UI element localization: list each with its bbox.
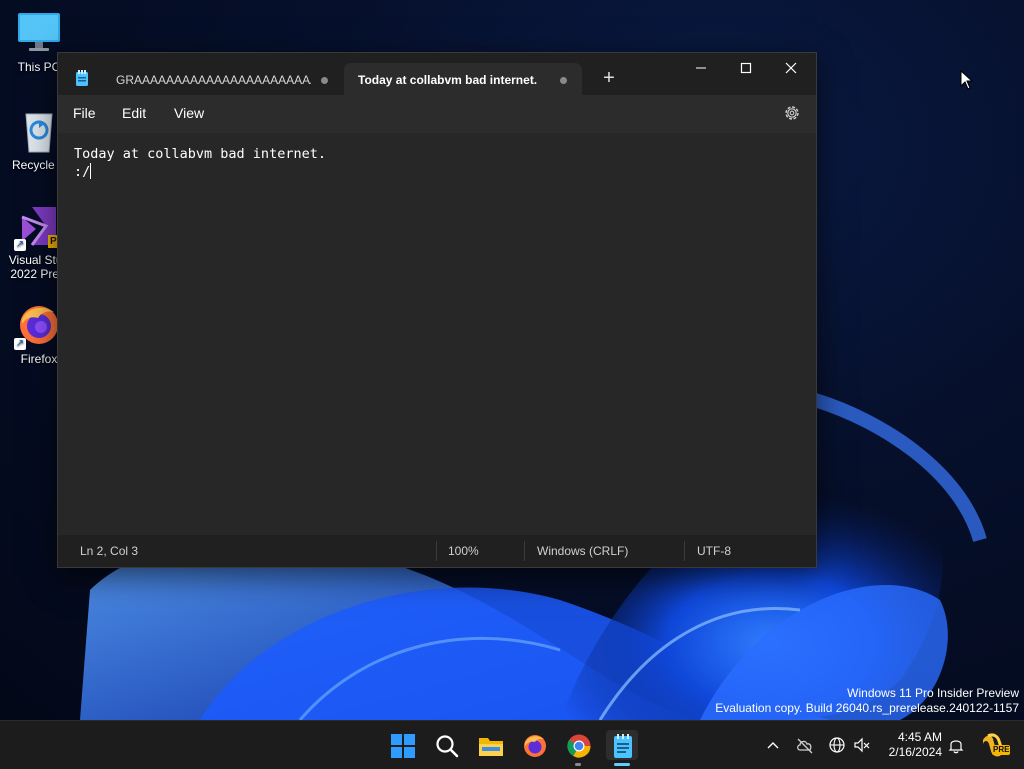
close-icon (785, 62, 797, 74)
taskbar-chrome[interactable] (562, 730, 594, 760)
preview-badge: PRE (992, 745, 1011, 755)
network-globe-icon[interactable] (827, 735, 847, 755)
firefox-icon: ↗ (14, 302, 62, 350)
tab-document-2[interactable]: Today at collabvm bad internet. (344, 63, 582, 97)
line-ending[interactable]: Windows (CRLF) (537, 544, 628, 558)
file-explorer-icon (479, 738, 503, 756)
unsaved-indicator (321, 77, 328, 84)
firefox-icon (524, 735, 546, 757)
notepad-icon (76, 70, 88, 86)
monitor-icon (16, 10, 62, 56)
title-bar[interactable]: GRAAAAAAAAAAAAAAAAAAAAAAAAAA Today at co… (58, 53, 816, 97)
status-bar: Ln 2, Col 3 100% Windows (CRLF) UTF-8 (58, 535, 816, 567)
running-indicator (575, 763, 581, 766)
maximize-icon (740, 62, 752, 74)
menu-edit[interactable]: Edit (122, 105, 146, 121)
encoding[interactable]: UTF-8 (697, 544, 731, 558)
notepad-icon (614, 734, 632, 758)
zoom-level[interactable]: 100% (448, 544, 479, 558)
cloud-offline-icon[interactable] (795, 735, 815, 755)
taskbar: 4:45 AM 2/16/2024 PRE (0, 720, 1024, 769)
volume-muted-icon[interactable] (852, 735, 872, 755)
taskbar-firefox[interactable] (518, 730, 550, 760)
mouse-cursor-icon (960, 70, 974, 90)
divider (524, 541, 525, 561)
divider (436, 541, 437, 561)
unsaved-indicator (560, 77, 567, 84)
evaluation-watermark: Windows 11 Pro Insider Preview Evaluatio… (715, 686, 1019, 716)
cursor-position: Ln 2, Col 3 (80, 544, 139, 558)
start-icon (391, 734, 415, 758)
shortcut-arrow-icon: ↗ (14, 338, 26, 350)
divider (684, 541, 685, 561)
tab-title: GRAAAAAAAAAAAAAAAAAAAAAAAAAA (116, 73, 311, 87)
text-editor[interactable]: Today at collabvm bad internet. :/ (58, 133, 816, 535)
copilot-preview-button[interactable]: PRE (980, 732, 1011, 758)
clock-time: 4:45 AM (897, 730, 942, 744)
search-button[interactable] (430, 730, 462, 760)
chrome-icon (567, 734, 591, 758)
tab-document-1[interactable]: GRAAAAAAAAAAAAAAAAAAAAAAAAAA (102, 63, 342, 97)
notification-bell-icon[interactable] (946, 735, 966, 755)
menu-file[interactable]: File (73, 105, 96, 121)
menu-view[interactable]: View (174, 105, 204, 121)
watermark-line-2: Evaluation copy. Build 26040.rs_prerelea… (715, 701, 1019, 715)
new-tab-button[interactable]: + (598, 67, 620, 89)
watermark-line-1: Windows 11 Pro Insider Preview (847, 686, 1019, 700)
start-button[interactable] (386, 730, 418, 760)
text-line-1: Today at collabvm bad internet. (74, 146, 326, 162)
text-line-2: :/ (74, 164, 91, 180)
clock[interactable]: 4:45 AM 2/16/2024 (876, 730, 942, 760)
minimize-button[interactable] (678, 53, 724, 83)
visual-studio-icon: PRE ↗ (14, 203, 73, 251)
close-button[interactable] (768, 53, 814, 83)
shortcut-arrow-icon: ↗ (14, 239, 26, 251)
taskbar-file-explorer[interactable] (474, 730, 506, 760)
search-icon (436, 735, 459, 758)
text-caret (90, 163, 92, 179)
maximize-button[interactable] (723, 53, 769, 83)
active-indicator (614, 763, 630, 766)
document-text[interactable]: Today at collabvm bad internet. :/ (74, 145, 326, 181)
gear-icon[interactable] (782, 103, 802, 123)
tab-title: Today at collabvm bad internet. (358, 73, 538, 87)
chevron-up-icon[interactable] (763, 735, 783, 755)
notepad-window: GRAAAAAAAAAAAAAAAAAAAAAAAAAA Today at co… (57, 52, 817, 568)
clock-date: 2/16/2024 (888, 745, 942, 759)
recycle-bin-icon (16, 108, 62, 154)
minimize-icon (696, 67, 706, 69)
taskbar-notepad[interactable] (606, 730, 638, 760)
menu-bar: File Edit View (58, 95, 816, 133)
